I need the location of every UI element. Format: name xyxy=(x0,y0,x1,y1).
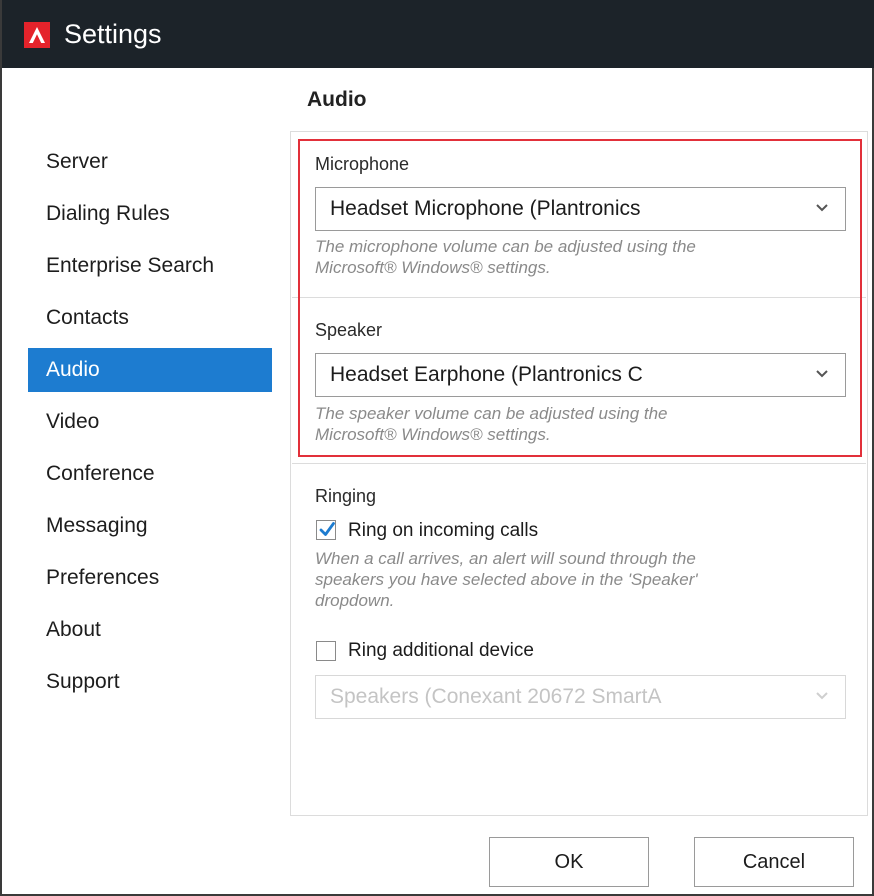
speaker-hint-line: The speaker volume can be adjusted using… xyxy=(315,404,668,423)
section-divider xyxy=(292,463,866,464)
sidebar-item-messaging[interactable]: Messaging xyxy=(28,504,272,548)
microphone-select[interactable]: Headset Microphone (Plantronics xyxy=(315,187,846,231)
chevron-down-icon xyxy=(816,370,828,378)
sidebar-item-audio[interactable]: Audio xyxy=(28,348,272,392)
sidebar-item-contacts[interactable]: Contacts xyxy=(28,296,272,340)
additional-device-select: Speakers (Conexant 20672 SmartA xyxy=(315,675,846,719)
chevron-down-icon xyxy=(816,692,828,700)
ring-incoming-checkbox[interactable] xyxy=(316,520,336,540)
sidebar-item-preferences[interactable]: Preferences xyxy=(28,556,272,600)
ok-button[interactable]: OK xyxy=(489,837,649,887)
speaker-hint-line: Microsoft® Windows® settings. xyxy=(315,425,551,444)
checkmark-icon xyxy=(319,522,335,536)
speaker-select-value: Headset Earphone (Plantronics C xyxy=(330,363,643,386)
page-title: Audio xyxy=(307,88,367,111)
sidebar-item-server[interactable]: Server xyxy=(28,140,272,184)
app-logo-a-icon xyxy=(24,22,50,48)
cancel-button[interactable]: Cancel xyxy=(694,837,854,887)
ring-incoming-hint-line: When a call arrives, an alert will sound… xyxy=(315,549,696,568)
microphone-select-value: Headset Microphone (Plantronics xyxy=(330,197,641,220)
ringing-label: Ringing xyxy=(315,486,377,506)
chevron-down-icon xyxy=(816,204,828,212)
microphone-label: Microphone xyxy=(315,154,410,174)
sidebar-item-dialing-rules[interactable]: Dialing Rules xyxy=(28,192,272,236)
window-title: Settings xyxy=(64,19,162,49)
additional-device-select-value: Speakers (Conexant 20672 SmartA xyxy=(330,685,662,708)
speaker-select[interactable]: Headset Earphone (Plantronics C xyxy=(315,353,846,397)
microphone-hint-line: The microphone volume can be adjusted us… xyxy=(315,237,696,256)
settings-sidebar: Server Dialing Rules Enterprise Search C… xyxy=(28,140,272,712)
sidebar-item-video[interactable]: Video xyxy=(28,400,272,444)
sidebar-item-support[interactable]: Support xyxy=(28,660,272,704)
ring-incoming-hint-line: speakers you have selected above in the … xyxy=(315,570,698,589)
microphone-hint: The microphone volume can be adjusted us… xyxy=(315,236,835,278)
ring-incoming-label[interactable]: Ring on incoming calls xyxy=(348,520,538,542)
speaker-label: Speaker xyxy=(315,320,383,340)
ring-incoming-hint-line: dropdown. xyxy=(315,591,395,610)
microphone-hint-line: Microsoft® Windows® settings. xyxy=(315,258,551,277)
sidebar-item-about[interactable]: About xyxy=(28,608,272,652)
sidebar-item-enterprise-search[interactable]: Enterprise Search xyxy=(28,244,272,288)
title-bar[interactable]: Settings xyxy=(2,0,874,68)
ring-additional-label[interactable]: Ring additional device xyxy=(348,640,534,662)
settings-window: Settings Audio Server Dialing Rules Ente… xyxy=(0,0,874,896)
speaker-hint: The speaker volume can be adjusted using… xyxy=(315,403,835,445)
sidebar-item-conference[interactable]: Conference xyxy=(28,452,272,496)
ring-incoming-hint: When a call arrives, an alert will sound… xyxy=(315,548,835,611)
ring-additional-checkbox[interactable] xyxy=(316,641,336,661)
